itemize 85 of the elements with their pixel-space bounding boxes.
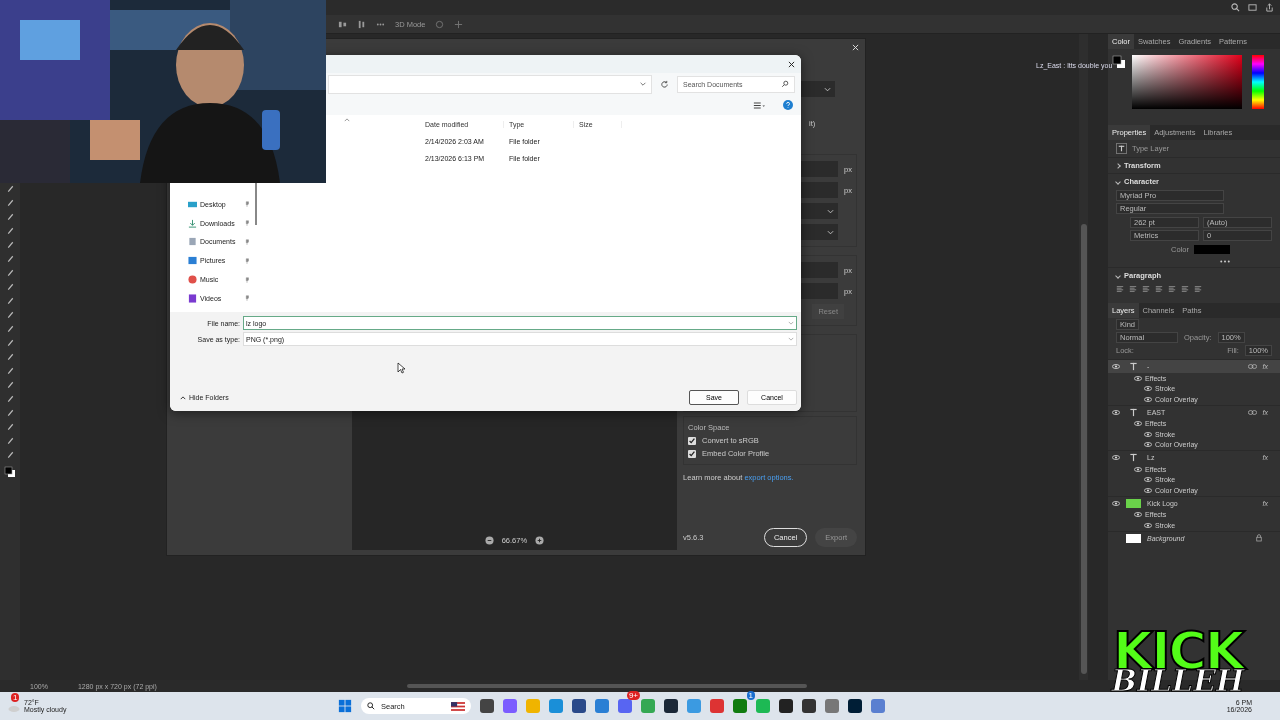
app-icon[interactable] (480, 699, 494, 713)
align-icon[interactable] (1142, 285, 1150, 293)
download-icon (188, 218, 197, 228)
align-icon[interactable] (1155, 285, 1163, 293)
chevron-icon (788, 337, 794, 341)
eye-icon[interactable] (1144, 487, 1152, 493)
eye-icon[interactable] (1134, 466, 1142, 472)
align-icon[interactable] (1181, 285, 1189, 293)
monitor-icon (188, 199, 197, 209)
align-icon[interactable] (1129, 285, 1137, 293)
notification-badge: 1 (11, 693, 20, 702)
chevron-icon (824, 86, 831, 92)
eye-icon[interactable] (1144, 442, 1152, 448)
flag-icon (451, 701, 465, 711)
pin-icon[interactable] (244, 239, 250, 245)
zoom-in-icon[interactable] (535, 535, 545, 545)
app-icon[interactable] (802, 699, 816, 713)
app-icon[interactable] (848, 699, 862, 713)
pin-icon[interactable] (244, 220, 250, 227)
eye-icon[interactable] (1134, 512, 1142, 518)
eye-icon[interactable] (1144, 396, 1152, 402)
sort-caret-icon (344, 118, 350, 122)
more-icon[interactable] (1220, 259, 1230, 263)
pin-icon[interactable] (244, 295, 250, 302)
caret-icon (180, 395, 186, 400)
refresh-icon[interactable] (660, 79, 669, 89)
type-icon (1129, 407, 1138, 417)
notification-badge: 9+ (626, 691, 640, 700)
caret-icon[interactable] (639, 80, 647, 88)
cursor-icon (397, 362, 405, 374)
layer-thumbnail (1126, 498, 1141, 508)
window-icon[interactable] (1248, 3, 1257, 12)
notification-badge: 1 (746, 691, 755, 700)
pin-icon[interactable] (244, 276, 250, 283)
checkbox[interactable] (688, 436, 697, 445)
zoom-out-icon[interactable] (484, 535, 494, 545)
eye-icon[interactable] (1112, 455, 1120, 460)
chevron-icon (827, 208, 835, 214)
type-icon (1116, 143, 1127, 154)
eye-icon[interactable] (1144, 522, 1152, 528)
checkbox[interactable] (688, 449, 697, 458)
align-icon[interactable] (1194, 285, 1202, 293)
video-icon (188, 293, 197, 303)
close-icon[interactable] (788, 60, 795, 68)
search-icon[interactable] (1231, 3, 1240, 12)
eye-icon[interactable] (1112, 500, 1120, 506)
align-icon[interactable] (1116, 285, 1124, 293)
lock-icon (1256, 534, 1262, 542)
eye-icon[interactable] (1144, 431, 1152, 437)
color-field[interactable] (1132, 55, 1242, 109)
eye-icon[interactable] (1134, 375, 1142, 381)
help-icon[interactable] (783, 100, 793, 110)
eye-icon[interactable] (1134, 421, 1142, 427)
align-icon[interactable] (1168, 285, 1176, 293)
horizontal-scrollbar[interactable] (406, 684, 807, 688)
color-swatches-icon[interactable] (4, 466, 16, 478)
align-icon[interactable] (357, 19, 366, 29)
pan-icon[interactable] (454, 19, 464, 29)
chevron-icon (827, 229, 835, 235)
eye-icon[interactable] (1112, 409, 1120, 415)
eye-icon[interactable] (1144, 477, 1152, 483)
view-menu-icon[interactable] (753, 100, 765, 110)
document-icon (188, 237, 197, 247)
align-icon[interactable] (338, 19, 347, 29)
picture-icon (188, 256, 197, 266)
scroll-thumb[interactable] (1080, 224, 1087, 674)
eye-icon[interactable] (1112, 364, 1120, 369)
layer-thumbnail (1126, 533, 1141, 543)
search-icon (367, 702, 375, 710)
type-icon (1129, 453, 1138, 462)
pin-icon[interactable] (244, 257, 250, 264)
search-icon (781, 80, 789, 88)
start-icon[interactable] (338, 699, 352, 713)
app-icon[interactable] (664, 699, 678, 713)
text-color-swatch[interactable] (1194, 244, 1230, 254)
chevron-icon (788, 321, 794, 325)
app-icon[interactable] (779, 699, 793, 713)
eye-icon[interactable] (1144, 386, 1152, 392)
type-icon (1129, 362, 1138, 371)
share-icon[interactable] (1265, 3, 1274, 12)
hue-spectrum[interactable] (1252, 55, 1264, 109)
pin-icon[interactable] (244, 201, 250, 208)
music-icon (188, 275, 197, 285)
color-swatches-icon[interactable] (1112, 55, 1126, 69)
app-icon[interactable] (572, 699, 586, 713)
